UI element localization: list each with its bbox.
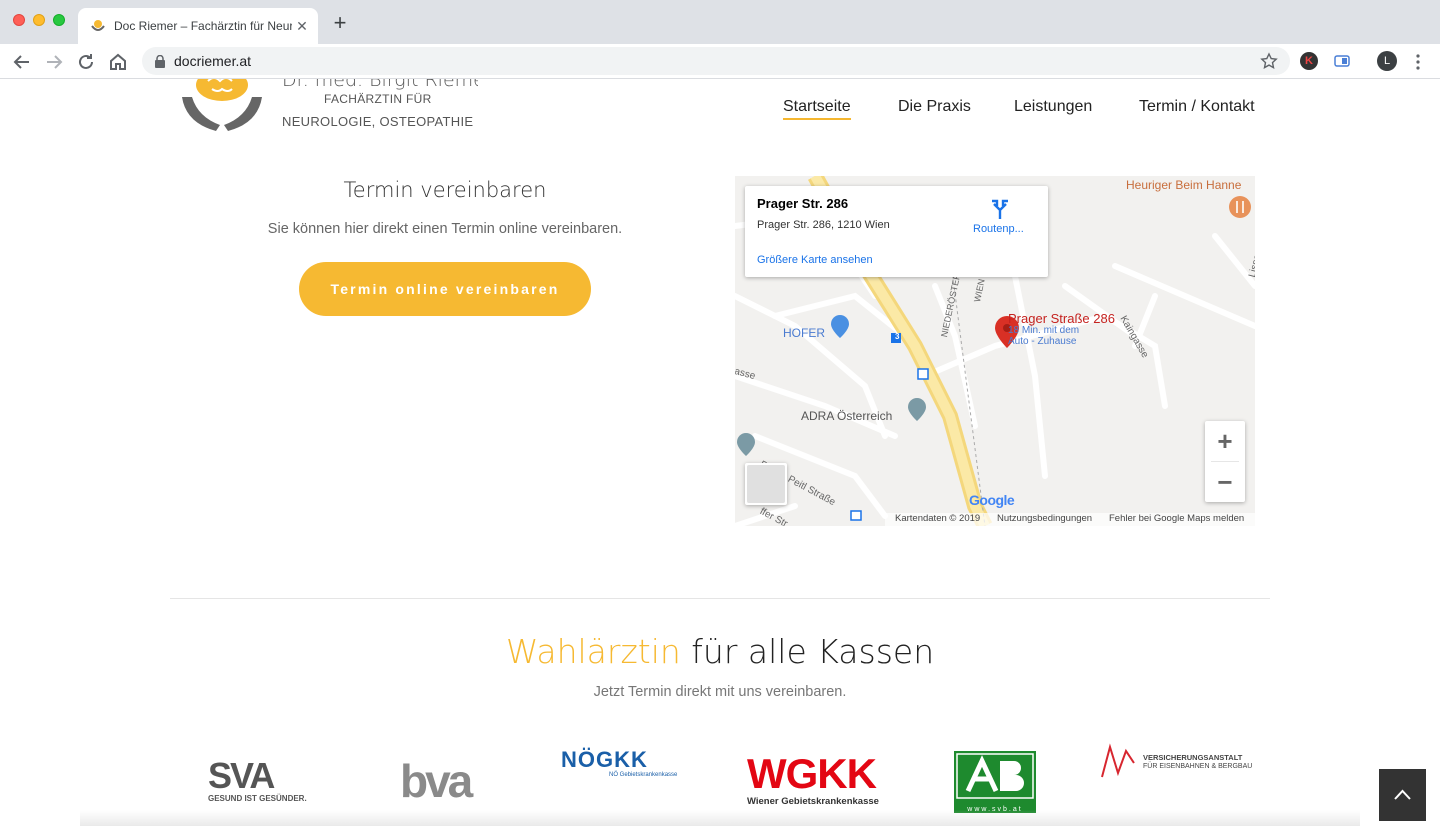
road-number-label: 3 (895, 332, 900, 341)
browser-tab[interactable]: Doc Riemer – Fachärztin für Neurologie ✕ (78, 8, 318, 44)
extension-translate-icon[interactable] (1333, 52, 1351, 70)
termin-description: Sie können hier direkt einen Termin onli… (267, 221, 623, 237)
noegkk-subtitle: NÖ Gebietskrankenkasse (609, 772, 678, 778)
scroll-to-top-button[interactable] (1379, 769, 1426, 821)
noegkk-logo-text: NÖGKK (561, 747, 648, 772)
back-icon[interactable] (10, 50, 34, 74)
svb-emblem-icon (956, 753, 1034, 799)
sva-logo[interactable]: SVA GESUND IST GESÜNDER. (208, 758, 318, 808)
extension-k-icon[interactable]: K (1300, 52, 1318, 70)
wgkk-logo[interactable]: WGKK Wiener Gebietskrankenkasse (747, 750, 879, 810)
termin-heading: Termin vereinbaren (343, 178, 547, 202)
kassen-heading-rest: für alle Kassen (680, 632, 935, 671)
pin-travel-time: 18 Min. mit dem (1008, 325, 1080, 336)
google-logo-text: Google (969, 492, 1015, 508)
profile-avatar[interactable]: L (1377, 51, 1397, 71)
vaeb-name-1: VERSICHERUNGSANSTALT (1143, 753, 1243, 762)
directions-icon[interactable] (991, 199, 1009, 219)
vaeb-logo[interactable]: VERSICHERUNGSANSTALT FÜR EISENBAHNEN & B… (1100, 743, 1256, 783)
wgkk-subtitle: Wiener Gebietskrankenkasse (747, 796, 879, 807)
pin-label[interactable]: Prager Straße 286 (1008, 311, 1115, 326)
vaeb-name-2: FÜR EISENBAHNEN & BERGBAU (1143, 763, 1253, 770)
browser-toolbar: docriemer.at K L (0, 44, 1440, 79)
tab-close-icon[interactable]: ✕ (294, 16, 310, 36)
terms-link[interactable]: Nutzungsbedingungen (997, 513, 1092, 524)
sva-logo-text: SVA (208, 755, 275, 796)
google-logo[interactable]: Google (969, 492, 1015, 508)
svb-logo[interactable]: www.svb.at (954, 751, 1036, 813)
noegkk-logo[interactable]: NÖGKK NÖ Gebietskrankenkasse (561, 748, 701, 784)
reload-icon[interactable] (74, 50, 98, 74)
sva-tagline: GESUND IST GESÜNDER. (208, 794, 307, 803)
logo-subtitle-1: FACHÄRZTIN FÜR (324, 92, 432, 106)
map-info-window: Prager Str. 286 Prager Str. 286, 1210 Wi… (745, 186, 1048, 277)
map-data-credit: Kartendaten © 2019 (895, 513, 981, 524)
zoom-in-button[interactable]: + (1205, 421, 1245, 461)
lock-icon (155, 55, 165, 68)
browser-tab-bar: Doc Riemer – Fachärztin für Neurologie ✕… (0, 0, 1440, 44)
menu-kebab-icon[interactable] (1406, 50, 1430, 74)
close-window-button[interactable] (13, 14, 25, 26)
section-divider (170, 598, 1270, 599)
home-icon[interactable] (106, 50, 130, 74)
place-title: Prager Str. 286 (757, 196, 849, 211)
nav-leistungen[interactable]: Leistungen (1014, 97, 1092, 117)
google-map[interactable]: 3 Heuriger Beim Hanne HOFER ADRA Österre… (735, 176, 1255, 526)
kassen-subtitle: Jetzt Termin direkt mit uns vereinbaren. (593, 684, 847, 700)
directions-link[interactable]: Routenp... (973, 223, 1024, 235)
pin-travel-dest: Auto - Zuhause (1008, 336, 1077, 347)
bva-logo[interactable]: bva (400, 755, 492, 807)
maximize-window-button[interactable] (53, 14, 65, 26)
poi-hofer[interactable]: HOFER (783, 326, 825, 340)
termin-online-button[interactable]: Termin online vereinbaren (299, 262, 591, 316)
site-favicon-icon (91, 20, 105, 31)
map-zoom-control: + − (1205, 421, 1245, 502)
street-view-pegman[interactable] (745, 463, 787, 505)
logo-subtitle-2: NEUROLOGIE, OSTEOPATHIE (282, 114, 474, 129)
logo-name: Dr. med. Birgit Riemer (282, 79, 478, 91)
zoom-out-button[interactable]: − (1205, 462, 1245, 502)
url-text: docriemer.at (174, 53, 252, 69)
address-bar[interactable]: docriemer.at (142, 47, 1290, 75)
larger-map-link[interactable]: Größere Karte ansehen (757, 254, 873, 266)
place-address: Prager Str. 286, 1210 Wien (757, 219, 890, 231)
kassen-heading-highlight: Wahlärztin (505, 632, 681, 671)
kassen-heading: Wahlärztin für alle Kassen (0, 632, 1440, 671)
vaeb-wave-icon (1101, 743, 1135, 778)
bookmark-star-icon[interactable] (1260, 52, 1278, 70)
new-tab-button[interactable]: + (330, 12, 350, 36)
forward-icon[interactable] (42, 50, 66, 74)
site-logo[interactable]: Dr. med. Birgit Riemer FACHÄRZTIN FÜR NE… (178, 79, 478, 139)
bva-logo-text: bva (400, 755, 473, 807)
nav-termin-kontakt[interactable]: Termin / Kontakt (1139, 97, 1255, 117)
nav-startseite[interactable]: Startseite (783, 97, 851, 120)
map-attribution: Kartendaten © 2019 Nutzungsbedingungen F… (885, 513, 1255, 526)
poi-heuriger[interactable]: Heuriger Beim Hanne (1126, 178, 1241, 192)
chevron-up-icon (1394, 789, 1411, 800)
nav-die-praxis[interactable]: Die Praxis (898, 97, 971, 117)
page-bottom-shadow (80, 810, 1360, 826)
tab-title: Doc Riemer – Fachärztin für Neurologie (114, 19, 292, 33)
report-error-link[interactable]: Fehler bei Google Maps melden (1109, 513, 1244, 524)
poi-adra[interactable]: ADRA Österreich (801, 409, 892, 423)
wgkk-logo-text: WGKK (747, 750, 877, 797)
brain-hands-logo-icon (182, 79, 262, 131)
minimize-window-button[interactable] (33, 14, 45, 26)
